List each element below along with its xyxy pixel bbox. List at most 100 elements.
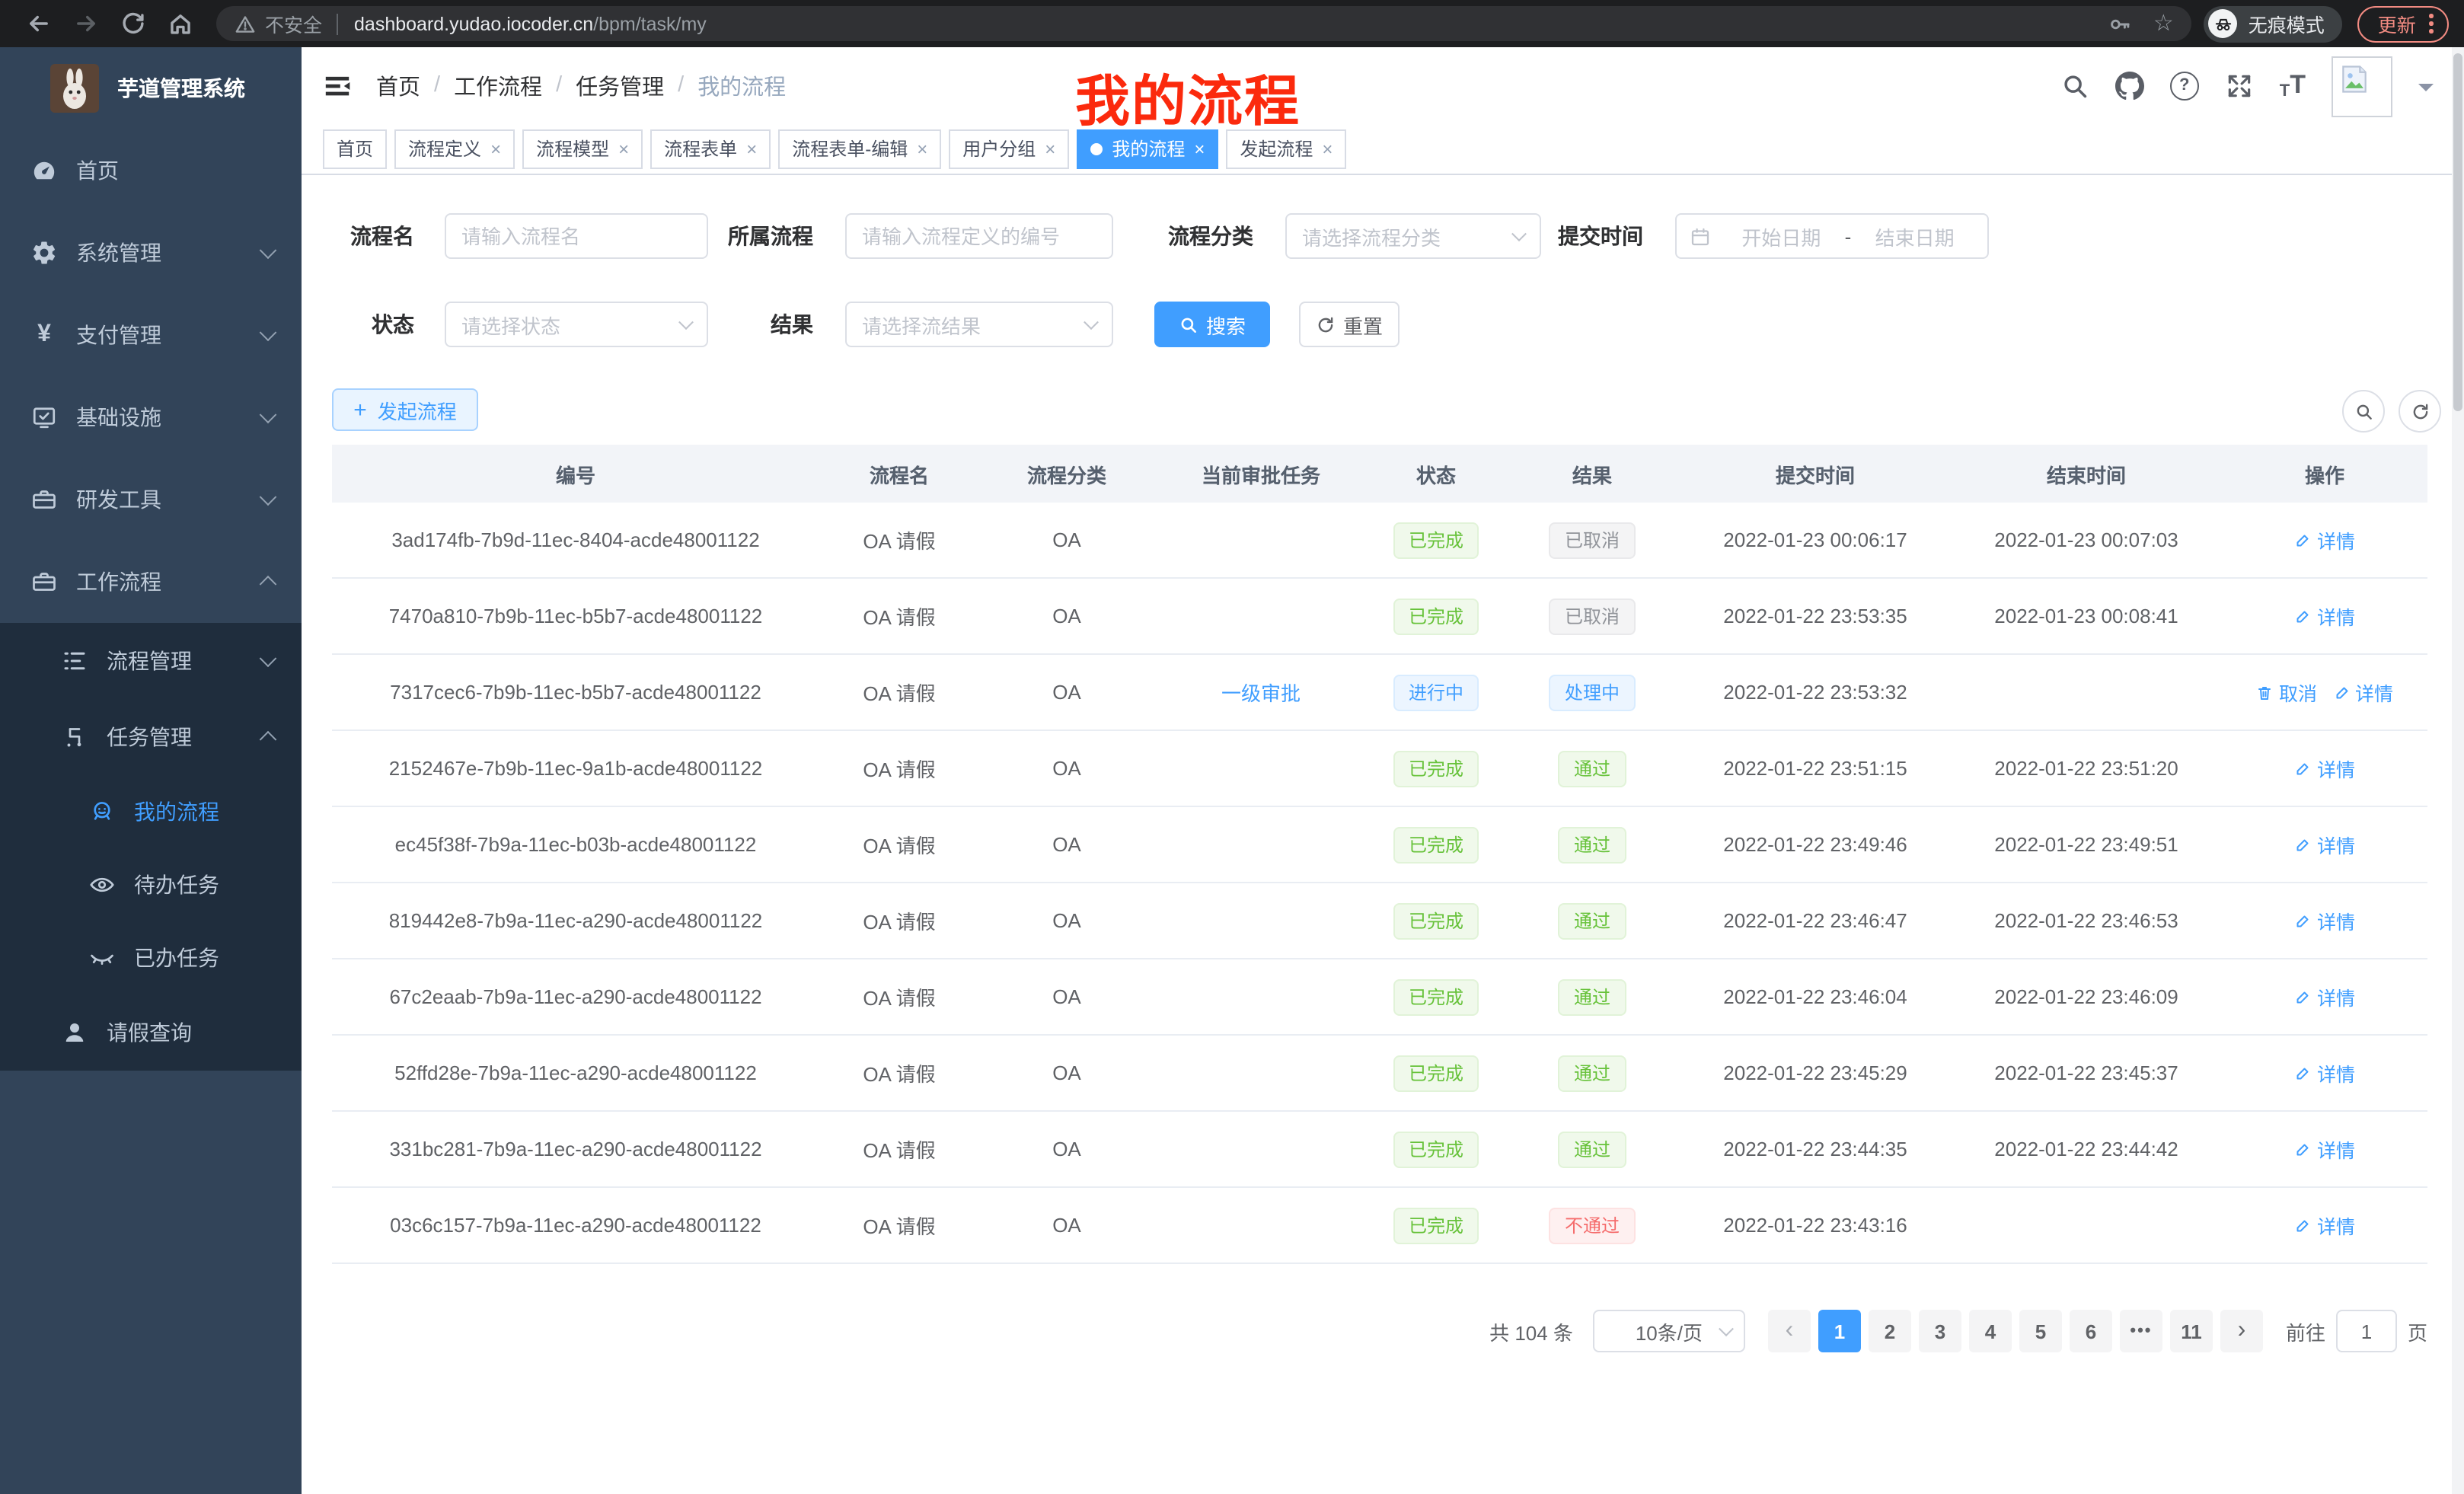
- url-host[interactable]: dashboard.yudao.iocoder.cn: [354, 13, 593, 34]
- scrollbar[interactable]: [2452, 47, 2464, 1494]
- sidebar-item-task-mgmt[interactable]: 任务管理: [0, 699, 302, 775]
- reload-icon[interactable]: [120, 11, 146, 37]
- avatar-caret-icon[interactable]: [2418, 84, 2434, 99]
- sidebar-item-payment[interactable]: ¥ 支付管理: [0, 294, 302, 376]
- result-select[interactable]: 请选择流结果: [845, 302, 1113, 347]
- page-size-select[interactable]: 10条/页: [1593, 1310, 1745, 1352]
- avatar[interactable]: [2332, 56, 2392, 117]
- tab-user-group[interactable]: 用户分组×: [949, 129, 1069, 168]
- tab-process-definition[interactable]: 流程定义×: [394, 129, 515, 168]
- close-icon[interactable]: ×: [746, 139, 757, 158]
- sidebar-collapse-icon[interactable]: [323, 71, 352, 100]
- close-icon[interactable]: ×: [1194, 139, 1205, 158]
- col-id: 编号: [332, 459, 819, 488]
- close-icon[interactable]: ×: [1322, 139, 1333, 158]
- github-icon[interactable]: [2115, 71, 2144, 100]
- detail-link[interactable]: 详情: [2294, 830, 2355, 859]
- close-icon[interactable]: ×: [1045, 139, 1055, 158]
- detail-link[interactable]: 详情: [2294, 1135, 2355, 1164]
- app-logo[interactable]: 芋道管理系统: [0, 47, 302, 129]
- tab-process-form-edit[interactable]: 流程表单-编辑×: [778, 129, 941, 168]
- goto-page-input[interactable]: [2336, 1310, 2397, 1352]
- sidebar-item-infra[interactable]: 基础设施: [0, 376, 302, 458]
- sidebar-item-home[interactable]: 首页: [0, 129, 302, 212]
- cell-name: OA 请假: [819, 678, 979, 707]
- date-range-picker[interactable]: 开始日期 - 结束日期: [1675, 213, 1989, 259]
- page-button-6[interactable]: 6: [2070, 1310, 2112, 1352]
- page-button-5[interactable]: 5: [2019, 1310, 2062, 1352]
- process-name-input[interactable]: [445, 213, 708, 259]
- detail-link[interactable]: 详情: [2294, 1058, 2355, 1087]
- page-button-3[interactable]: 3: [1919, 1310, 1961, 1352]
- detail-link[interactable]: 详情: [2294, 602, 2355, 630]
- tree-list-icon: [61, 647, 88, 675]
- help-icon[interactable]: ?: [2170, 71, 2199, 100]
- sidebar-item-done-tasks[interactable]: 已办任务: [0, 921, 302, 994]
- app-title: 芋道管理系统: [117, 73, 245, 104]
- prev-page-button[interactable]: ‹: [1768, 1310, 1811, 1352]
- next-page-button[interactable]: ›: [2220, 1310, 2263, 1352]
- chevron-down-icon: [260, 488, 277, 506]
- breadcrumb-task-mgmt[interactable]: 任务管理: [576, 69, 664, 101]
- search-icon[interactable]: [2060, 71, 2089, 100]
- logo-image: [50, 64, 99, 113]
- close-icon[interactable]: ×: [917, 139, 927, 158]
- yen-icon: ¥: [30, 321, 58, 349]
- tab-process-model[interactable]: 流程模型×: [522, 129, 643, 168]
- detail-link[interactable]: 详情: [2332, 678, 2393, 707]
- search-button[interactable]: 搜索: [1154, 302, 1270, 347]
- browser-menu-dots-icon[interactable]: [2430, 14, 2434, 34]
- detail-label: 详情: [2317, 1211, 2355, 1240]
- status-select[interactable]: 请选择状态: [445, 302, 708, 347]
- detail-link[interactable]: 详情: [2294, 754, 2355, 783]
- sidebar-item-todo-tasks[interactable]: 待办任务: [0, 848, 302, 921]
- task-link[interactable]: 一级审批: [1221, 682, 1301, 705]
- cancel-link[interactable]: 取消: [2256, 678, 2317, 707]
- detail-link[interactable]: 详情: [2294, 906, 2355, 935]
- start-date-placeholder[interactable]: 开始日期: [1721, 222, 1842, 251]
- home-icon[interactable]: [168, 11, 193, 37]
- end-date-placeholder[interactable]: 结束日期: [1854, 222, 1975, 251]
- page-button-1[interactable]: 1: [1818, 1310, 1861, 1352]
- toolbar-refresh-icon[interactable]: [2399, 390, 2441, 433]
- breadcrumb-home[interactable]: 首页: [376, 69, 420, 101]
- tab-home[interactable]: 首页: [323, 129, 387, 168]
- forward-icon[interactable]: [73, 11, 99, 37]
- category-select[interactable]: 请选择流程分类: [1285, 213, 1541, 259]
- page-button-2[interactable]: 2: [1869, 1310, 1911, 1352]
- sidebar-item-devtools[interactable]: 研发工具: [0, 458, 302, 541]
- bookmark-star-icon[interactable]: ☆: [2153, 12, 2174, 35]
- close-icon[interactable]: ×: [490, 139, 501, 158]
- sidebar-item-my-process[interactable]: 我的流程: [0, 775, 302, 848]
- sidebar-item-system[interactable]: 系统管理: [0, 212, 302, 294]
- sidebar-item-process-mgmt[interactable]: 流程管理: [0, 623, 302, 699]
- update-button[interactable]: 更新: [2358, 5, 2449, 42]
- address-bar[interactable]: 不安全 dashboard.yudao.iocoder.cn /bpm/task…: [216, 6, 2192, 41]
- font-size-icon[interactable]: TT: [2280, 70, 2306, 101]
- cell-end-time: 2022-01-22 23:45:37: [1951, 1061, 2222, 1084]
- toolbar-search-icon[interactable]: [2342, 390, 2385, 433]
- scrollbar-thumb[interactable]: [2453, 53, 2462, 411]
- col-result: 结果: [1505, 459, 1680, 488]
- more-pages-icon[interactable]: •••: [2120, 1310, 2162, 1352]
- sidebar-item-leave-query[interactable]: 请假查询: [0, 994, 302, 1071]
- tab-label: 流程表单: [664, 136, 737, 161]
- detail-link[interactable]: 详情: [2294, 525, 2355, 554]
- create-process-button[interactable]: +发起流程: [332, 388, 478, 431]
- fullscreen-icon[interactable]: [2225, 71, 2254, 100]
- sidebar-item-workflow[interactable]: 工作流程: [0, 541, 302, 623]
- detail-link[interactable]: 详情: [2294, 982, 2355, 1011]
- breadcrumb-workflow[interactable]: 工作流程: [454, 69, 542, 101]
- page-button-4[interactable]: 4: [1969, 1310, 2012, 1352]
- url-path[interactable]: /bpm/task/my: [593, 13, 707, 34]
- password-key-icon[interactable]: [2108, 11, 2132, 36]
- detail-link[interactable]: 详情: [2294, 1211, 2355, 1240]
- page-button-11[interactable]: 11: [2170, 1310, 2213, 1352]
- close-icon[interactable]: ×: [618, 139, 629, 158]
- security-label[interactable]: 不安全: [265, 9, 322, 38]
- tab-process-form[interactable]: 流程表单 ×: [650, 129, 771, 168]
- update-label: 更新: [2378, 9, 2416, 38]
- reset-button[interactable]: 重置: [1299, 302, 1400, 347]
- back-icon[interactable]: [26, 11, 52, 37]
- process-definition-input[interactable]: [845, 213, 1113, 259]
